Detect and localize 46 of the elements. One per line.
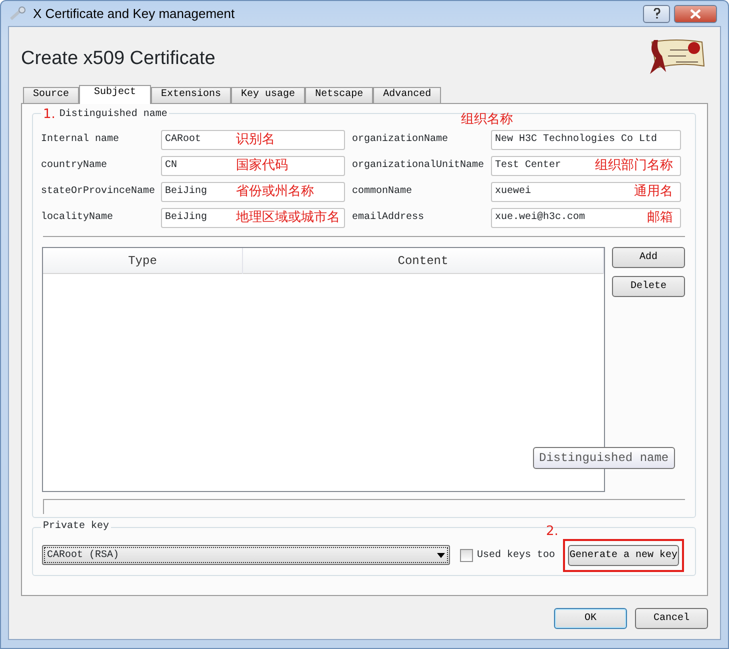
tab[interactable]: Source bbox=[23, 87, 80, 103]
annotation-label: 组织部门名称 bbox=[595, 158, 673, 173]
dialog-heading: Create x509 Certificate bbox=[21, 48, 216, 70]
annotation-number: 2. bbox=[546, 524, 558, 539]
table-button[interactable]: Add bbox=[612, 247, 685, 268]
help-button[interactable] bbox=[643, 4, 670, 22]
field-label: organizationalUnitName bbox=[352, 158, 486, 173]
field-label: countryName bbox=[41, 159, 108, 173]
close-icon bbox=[690, 8, 701, 18]
dropdown-arrow-icon bbox=[437, 552, 445, 558]
close-button[interactable] bbox=[674, 4, 717, 22]
group-title: Distinguished name bbox=[59, 108, 168, 122]
field-label: emailAddress bbox=[352, 210, 426, 225]
annotation-label: 国家代码 bbox=[236, 158, 288, 173]
annotation-label: 邮箱 bbox=[647, 210, 673, 225]
help-icon bbox=[652, 8, 660, 19]
table-button[interactable]: Delete bbox=[612, 276, 685, 297]
tab[interactable]: Subject bbox=[79, 85, 152, 104]
tab[interactable]: Advanced bbox=[373, 87, 442, 103]
field-label: localityName bbox=[41, 210, 114, 225]
field-label: commonName bbox=[352, 185, 414, 199]
app-icon bbox=[9, 6, 27, 22]
dialog-button[interactable]: Cancel bbox=[635, 608, 708, 629]
field-label: organizationName bbox=[352, 132, 450, 147]
generate-key-button[interactable]: Generate a new key bbox=[568, 544, 680, 566]
field-label: stateOrProvinceName bbox=[41, 184, 156, 199]
annotation-label: 通用名 bbox=[634, 184, 673, 199]
annotation-label: 省份或州名称 bbox=[236, 184, 314, 199]
tab[interactable]: Key usage bbox=[231, 87, 306, 103]
column-header[interactable]: Type bbox=[43, 248, 243, 274]
tooltip: Distinguished name bbox=[533, 447, 675, 469]
annotation-label: 组织名称 bbox=[461, 112, 513, 127]
key-dropdown[interactable]: CARoot (RSA) bbox=[42, 545, 450, 565]
checkbox-label[interactable]: Used keys too bbox=[477, 548, 556, 562]
annotation-label: 地理区域或城市名 bbox=[236, 210, 340, 225]
annotation-number: 1. bbox=[43, 107, 56, 122]
checkbox[interactable] bbox=[460, 548, 473, 562]
tab[interactable]: Extensions bbox=[151, 87, 232, 103]
input-field[interactable]: New H3C Technologies Co Ltd bbox=[491, 130, 681, 150]
annotation-label: 识别名 bbox=[236, 132, 275, 147]
dialog-button[interactable]: OK bbox=[554, 608, 627, 629]
group-title: Private key bbox=[41, 521, 112, 533]
column-header[interactable]: Content bbox=[243, 248, 604, 274]
tab[interactable]: Netscape bbox=[305, 87, 374, 103]
field-label: Internal name bbox=[41, 132, 120, 147]
window-title: X Certificate and Key management bbox=[33, 4, 235, 23]
